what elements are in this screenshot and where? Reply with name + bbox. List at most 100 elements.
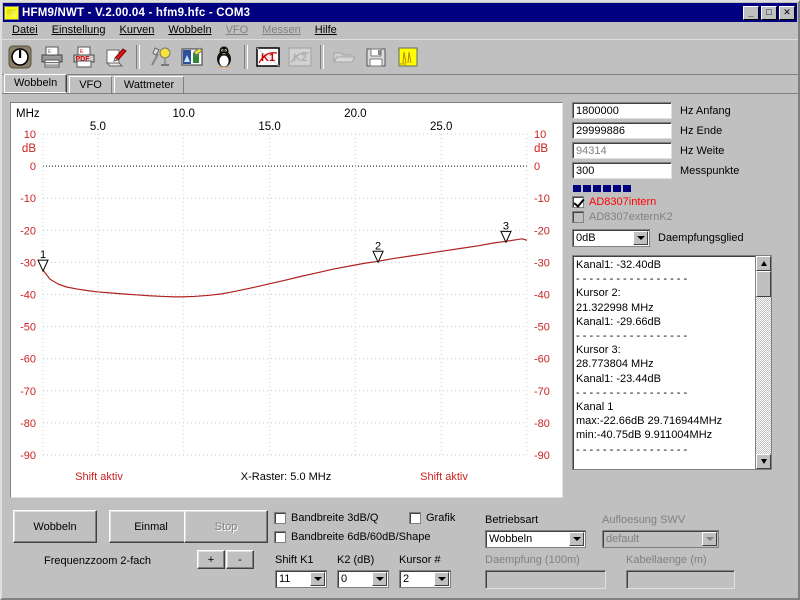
print-icon[interactable]: E	[37, 42, 67, 72]
hz-anfang-label: Hz Anfang	[680, 104, 731, 117]
svg-text:wfg: wfg	[400, 61, 406, 66]
svg-text:-90: -90	[534, 450, 550, 462]
field-row-hz-anfang: 1800000 Hz Anfang	[572, 102, 798, 119]
svg-text:20.0: 20.0	[344, 108, 366, 120]
edit-note-icon[interactable]	[101, 42, 131, 72]
chevron-down-icon[interactable]	[434, 572, 449, 586]
daempfung-input	[485, 570, 606, 589]
menu-label-einstellung: Einstellung	[51, 24, 106, 36]
menu-label-vfo: VFO	[225, 24, 249, 36]
hz-weite-input: 94314	[572, 142, 672, 159]
main-content: 5.0 10.0 15.0 20.0 25.0 10 10 0 0 -10 -10 -20 -20 -3…	[4, 98, 796, 596]
shift-k1-combo[interactable]: 11	[275, 570, 327, 588]
settings-panel: 1800000 Hz Anfang 29999886 Hz Ende 94314…	[572, 102, 798, 470]
menu-label-datei: Datei	[12, 24, 38, 36]
chevron-down-icon[interactable]	[633, 231, 648, 245]
menu-item-wobbeln[interactable]: Wobbeln	[161, 23, 218, 37]
chevron-down-icon	[702, 532, 717, 546]
chart-image-icon[interactable]	[177, 42, 207, 72]
toolbar-separator	[244, 45, 248, 69]
zoom-out-button[interactable]: -	[226, 550, 254, 569]
svg-text:-50: -50	[534, 322, 550, 334]
svg-text:-10: -10	[20, 193, 36, 205]
calibrate-tools-icon[interactable]	[145, 42, 175, 72]
messpunkte-input[interactable]: 300	[572, 162, 672, 179]
checkbox-row-bandbreite-6db[interactable]: Bandbreite 6dB/60dB/Shape	[274, 531, 430, 543]
svg-text:2: 2	[375, 240, 381, 252]
checkbox-row-ad8307externk2: AD8307externK2	[572, 211, 798, 223]
tab-vfo[interactable]: VFO	[69, 76, 112, 93]
aufloesung-swv-combo: default	[602, 530, 719, 548]
save-disk-icon[interactable]	[361, 42, 391, 72]
menu-label-wobbeln: Wobbeln	[168, 24, 212, 36]
notes-yellow-icon[interactable]: wfg	[393, 42, 423, 72]
ad8307intern-checkbox[interactable]	[572, 196, 584, 208]
checkbox-row-ad8307intern[interactable]: AD8307intern	[572, 196, 798, 208]
betriebsart-label: Betriebsart	[485, 514, 539, 526]
toolbar-separator	[136, 45, 140, 69]
hz-anfang-input[interactable]: 1800000	[572, 102, 672, 119]
k2-db-combo[interactable]: 0	[337, 570, 389, 588]
attenuator-row: 0dB Daempfungsglied	[572, 229, 798, 247]
minimize-button[interactable]: _	[743, 5, 759, 20]
checkbox-row-bandbreite-3db[interactable]: Bandbreite 3dB/Q	[274, 512, 378, 524]
svg-text:dB: dB	[534, 143, 548, 155]
chevron-down-icon[interactable]	[569, 532, 584, 546]
menu-item-hilfe[interactable]: Hilfe	[308, 23, 344, 37]
svg-text:-30: -30	[20, 257, 36, 269]
sweep-chart[interactable]: 5.0 10.0 15.0 20.0 25.0 10 10 0 0 -10 -10 -20 -20 -3…	[11, 103, 562, 497]
k1-curve-icon[interactable]: K1	[253, 42, 283, 72]
kursor-num-combo[interactable]: 2	[399, 570, 451, 588]
ad8307externk2-label: AD8307externK2	[589, 211, 673, 223]
messpunkte-label: Messpunkte	[680, 164, 740, 177]
field-row-hz-weite: 94314 Hz Weite	[572, 142, 798, 159]
scrollbar-track[interactable]	[756, 297, 771, 454]
betriebsart-combo[interactable]: Wobbeln	[485, 530, 586, 548]
menu-item-einstellung[interactable]: Einstellung	[45, 23, 113, 37]
scroll-up-icon[interactable]	[756, 256, 771, 271]
svg-text:5.0: 5.0	[90, 121, 106, 133]
bandbreite-3db-q-checkbox[interactable]	[274, 512, 286, 524]
maximize-icon: □	[766, 7, 772, 17]
svg-text:-40: -40	[534, 290, 550, 302]
power-icon[interactable]	[5, 42, 35, 72]
stop-button: Stop	[184, 510, 268, 543]
hz-ende-input[interactable]: 29999886	[572, 122, 672, 139]
menu-item-kurven[interactable]: Kurven	[113, 23, 162, 37]
log-scrollbar[interactable]	[755, 256, 771, 469]
grafik-label: Grafik	[426, 512, 456, 524]
wobbeln-button[interactable]: Wobbeln	[13, 510, 97, 543]
scrollbar-thumb[interactable]	[756, 271, 771, 297]
menu-label-hilfe: Hilfe	[314, 24, 337, 36]
chevron-down-icon[interactable]	[372, 572, 387, 586]
svg-text:MHz: MHz	[16, 108, 40, 120]
close-button[interactable]: ✕	[779, 5, 795, 20]
daempfungsglied-value: 0dB	[576, 232, 596, 244]
ad8307intern-label: AD8307intern	[589, 196, 657, 208]
checkbox-row-grafik[interactable]: Grafik	[409, 512, 455, 524]
sweep-chart-panel[interactable]: 5.0 10.0 15.0 20.0 25.0 10 10 0 0 -10 -10 -20 -20 -3…	[10, 102, 563, 498]
pdf-export-icon[interactable]: E PDF	[69, 42, 99, 72]
scroll-down-icon[interactable]	[756, 454, 771, 469]
menu-bar: Datei Einstellung Kurven Wobbeln VFO Mes…	[2, 22, 798, 39]
grafik-checkbox[interactable]	[409, 512, 421, 524]
menu-item-datei[interactable]: Datei	[5, 23, 45, 37]
svg-text:-70: -70	[534, 386, 550, 398]
tab-wattmeter[interactable]: Wattmeter	[113, 76, 185, 93]
maximize-button[interactable]: □	[761, 5, 777, 20]
bandbreite-3db-q-label: Bandbreite 3dB/Q	[291, 512, 379, 524]
linux-penguin-icon[interactable]	[209, 42, 239, 72]
zoom-in-button[interactable]: +	[197, 550, 225, 569]
chevron-down-icon[interactable]	[310, 572, 325, 586]
svg-text:10.0: 10.0	[173, 108, 195, 120]
svg-text:-60: -60	[534, 354, 550, 366]
svg-text:-90: -90	[20, 450, 36, 462]
progress-segment	[583, 185, 591, 192]
tab-wobbeln[interactable]: Wobbeln	[4, 74, 68, 93]
svg-text:10: 10	[534, 129, 546, 141]
svg-text:-10: -10	[534, 193, 550, 205]
bandbreite-6db-60db-shape-checkbox[interactable]	[274, 531, 286, 543]
daempfungsglied-combo[interactable]: 0dB	[572, 229, 650, 247]
einmal-button[interactable]: Einmal	[109, 510, 193, 543]
measurement-log-box[interactable]: Kanal1: -32.40dB - - - - - - - - - - - -…	[572, 255, 772, 470]
